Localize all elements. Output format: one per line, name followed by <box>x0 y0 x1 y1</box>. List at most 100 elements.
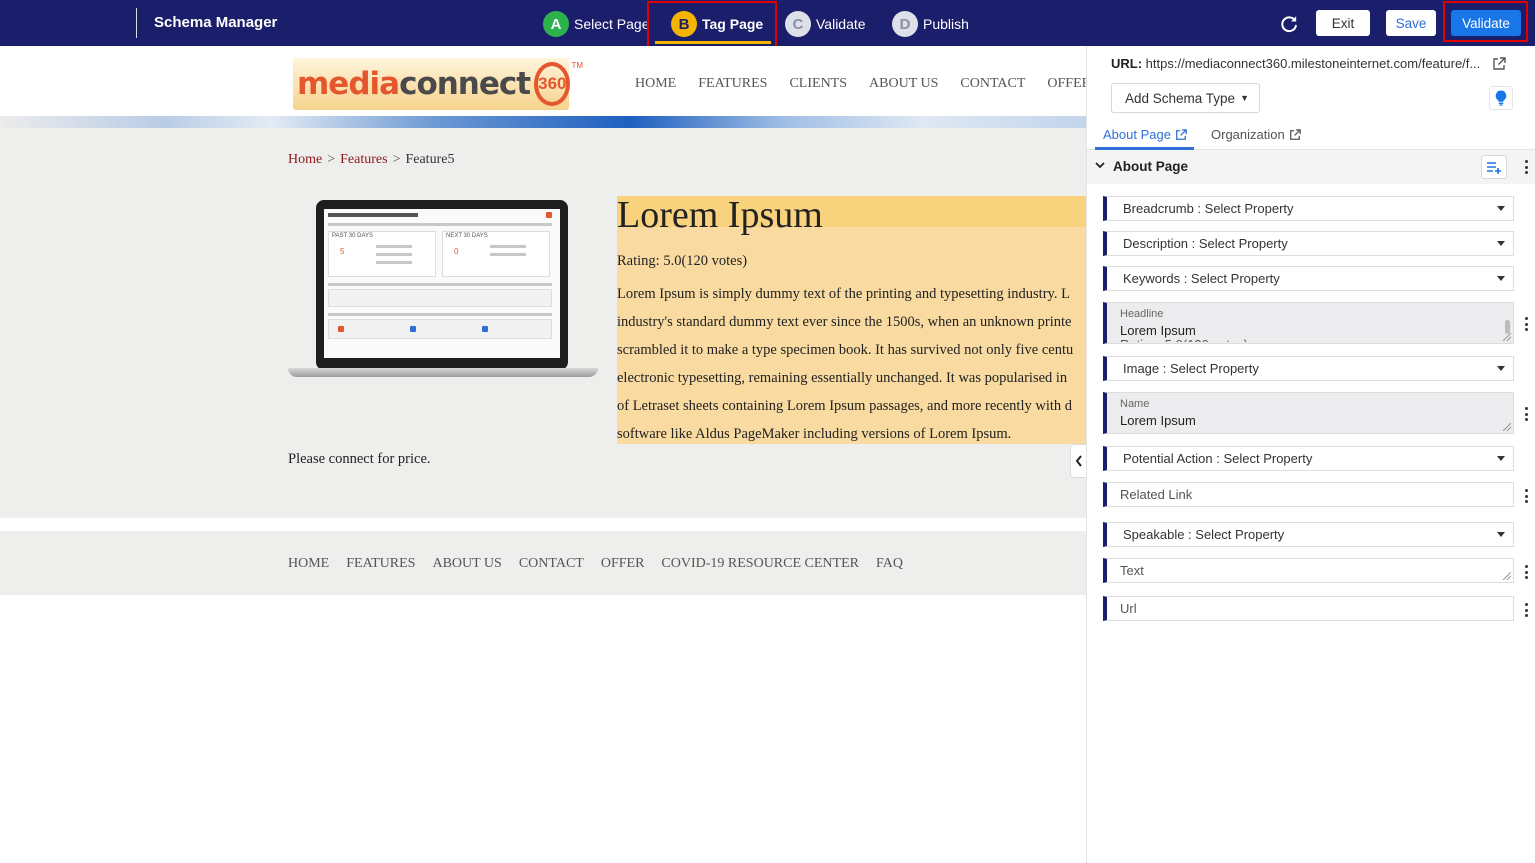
external-link-icon <box>1176 128 1187 140</box>
laptop-past-value: 5 <box>340 247 345 256</box>
tab-organization[interactable]: Organization <box>1211 127 1301 142</box>
name-value: Lorem Ipsum <box>1120 413 1196 428</box>
related-link-menu-icon[interactable] <box>1524 489 1528 503</box>
hint-bulb-button[interactable] <box>1489 86 1513 110</box>
exit-button[interactable]: Exit <box>1316 10 1370 36</box>
tab-about-page[interactable]: About Page <box>1103 127 1187 142</box>
text-menu-icon[interactable] <box>1524 565 1528 579</box>
add-list-icon <box>1487 162 1501 174</box>
breadcrumb-current: Feature5 <box>405 152 455 167</box>
article-line: industry's standard dummy text ever sinc… <box>617 314 1072 330</box>
step-b-label: Tag Page <box>702 16 764 32</box>
field-label: Speakable : Select Property <box>1123 527 1285 542</box>
footer-nav-about-us[interactable]: ABOUT US <box>432 556 501 572</box>
step-select-page[interactable]: A Select Page <box>543 10 650 38</box>
caret-down-icon <box>1497 366 1505 371</box>
footer-nav-offer[interactable]: OFFER <box>601 556 645 572</box>
product-laptop-image: PAST 30 DAYS NEXT 30 DAYS 5 0 <box>288 200 598 390</box>
lightbulb-icon <box>1495 90 1507 106</box>
field-placeholder: Text <box>1120 563 1144 578</box>
name-label: Name <box>1120 398 1150 410</box>
site-nav-offer[interactable]: OFFER <box>1047 76 1086 92</box>
site-nav: HOME FEATURES CLIENTS ABOUT US CONTACT O… <box>635 76 1086 92</box>
collapse-panel-button[interactable] <box>1070 444 1086 478</box>
site-preview: mediaconnect 360 TM HOME FEATURES CLIENT… <box>0 46 1086 863</box>
field-placeholder: Related Link <box>1120 487 1193 502</box>
section-menu-icon[interactable] <box>1524 160 1528 174</box>
chevron-left-icon <box>1075 455 1082 467</box>
article-line: software like Aldus PageMaker including … <box>617 426 1012 442</box>
validate-button[interactable]: Validate <box>1451 10 1521 36</box>
footer-nav-covid[interactable]: COVID-19 RESOURCE CENTER <box>661 556 859 572</box>
header-banner-stripe <box>0 116 1086 128</box>
caret-down-icon <box>1497 241 1505 246</box>
breadcrumb-separator: > <box>327 152 336 167</box>
tab-about-page-label: About Page <box>1103 127 1171 142</box>
footer-nav: HOME FEATURES ABOUT US CONTACT OFFER COV… <box>288 556 920 572</box>
logo-trademark: TM <box>571 61 584 70</box>
about-page-section-header[interactable]: About Page <box>1087 150 1535 184</box>
name-menu-icon[interactable] <box>1524 407 1528 421</box>
add-schema-type-dropdown[interactable]: Add Schema Type ▼ <box>1111 83 1260 113</box>
tab-organization-label: Organization <box>1211 127 1285 142</box>
breadcrumb-home-link[interactable]: Home <box>288 152 322 167</box>
image-property-select[interactable]: Image : Select Property <box>1103 356 1514 381</box>
resize-handle-icon[interactable] <box>1503 333 1511 341</box>
article-rating: Rating: 5.0(120 votes) <box>617 253 748 269</box>
textarea-scrollbar[interactable] <box>1505 320 1510 334</box>
step-validate[interactable]: C Validate <box>785 10 866 38</box>
related-link-field[interactable]: Related Link <box>1103 482 1514 507</box>
external-link-icon[interactable] <box>1492 57 1506 71</box>
site-nav-about-us[interactable]: ABOUT US <box>869 76 938 92</box>
footer-nav-features[interactable]: FEATURES <box>346 556 415 572</box>
headline-label: Headline <box>1120 308 1164 320</box>
footer-nav-home[interactable]: HOME <box>288 556 329 572</box>
laptop-past-label: PAST 30 DAYS <box>332 233 374 239</box>
text-field[interactable]: Text <box>1103 558 1514 583</box>
headline-menu-icon[interactable] <box>1524 317 1528 331</box>
article-title: Lorem Ipsum <box>617 196 823 236</box>
schema-panel: URL: https://mediaconnect360.milestonein… <box>1086 46 1535 863</box>
add-schema-label: Add Schema Type <box>1125 90 1236 106</box>
site-logo[interactable]: mediaconnect 360 TM <box>293 58 583 110</box>
description-property-select[interactable]: Description : Select Property <box>1103 231 1514 256</box>
resize-handle-icon[interactable] <box>1503 423 1511 431</box>
section-title: About Page <box>1113 159 1189 174</box>
logo-wordmark: mediaconnect <box>297 66 531 102</box>
field-label: Breadcrumb : Select Property <box>1123 201 1294 216</box>
url-value: https://mediaconnect360.milestoneinterne… <box>1145 56 1481 71</box>
breadcrumb-property-select[interactable]: Breadcrumb : Select Property <box>1103 196 1514 221</box>
footer-nav-faq[interactable]: FAQ <box>876 556 903 572</box>
step-a-badge: A <box>543 11 569 37</box>
step-publish[interactable]: D Publish <box>892 10 969 38</box>
speakable-property-select[interactable]: Speakable : Select Property <box>1103 522 1514 547</box>
headline-overflow-text: Rating: 5.0(120 votes) <box>1120 337 1248 342</box>
name-field[interactable]: Name Lorem Ipsum <box>1103 392 1514 434</box>
article-line: Lorem Ipsum is simply dummy text of the … <box>617 286 1070 302</box>
topbar-divider <box>136 8 137 38</box>
caret-down-icon <box>1497 532 1505 537</box>
add-property-button[interactable] <box>1481 155 1507 179</box>
site-nav-clients[interactable]: CLIENTS <box>789 76 847 92</box>
site-nav-home[interactable]: HOME <box>635 76 676 92</box>
app-title: Schema Manager <box>154 14 278 31</box>
breadcrumb-features-link[interactable]: Features <box>340 152 387 167</box>
site-nav-contact[interactable]: CONTACT <box>960 76 1025 92</box>
url-menu-icon[interactable] <box>1524 603 1528 617</box>
refresh-icon[interactable] <box>1278 13 1300 35</box>
chevron-down-icon <box>1095 162 1105 169</box>
save-button[interactable]: Save <box>1386 10 1436 36</box>
site-header: mediaconnect 360 TM HOME FEATURES CLIENT… <box>0 46 1086 116</box>
keywords-property-select[interactable]: Keywords : Select Property <box>1103 266 1514 291</box>
potential-action-property-select[interactable]: Potential Action : Select Property <box>1103 446 1514 471</box>
resize-handle-icon[interactable] <box>1503 572 1511 580</box>
article-line: electronic typesetting, remaining essent… <box>617 370 1068 386</box>
step-c-label: Validate <box>816 16 866 32</box>
field-label: Image : Select Property <box>1123 361 1259 376</box>
headline-field[interactable]: Headline Lorem Ipsum Rating: 5.0(120 vot… <box>1103 302 1514 344</box>
caret-down-icon: ▼ <box>1240 93 1249 103</box>
footer-nav-contact[interactable]: CONTACT <box>519 556 584 572</box>
step-tag-page[interactable]: B Tag Page <box>671 10 763 38</box>
url-field[interactable]: Url <box>1103 596 1514 621</box>
site-nav-features[interactable]: FEATURES <box>698 76 767 92</box>
